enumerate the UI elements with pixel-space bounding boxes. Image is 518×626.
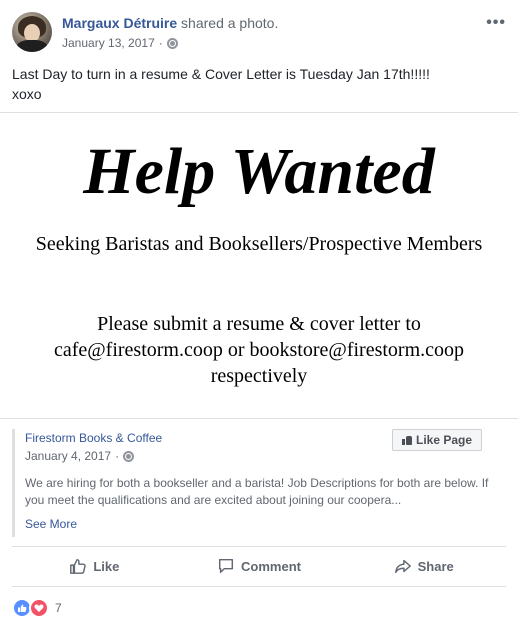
author-name[interactable]: Margaux Détruire [62,15,177,31]
divider [12,546,506,547]
shared-page-inner: Firestorm Books & Coffee January 4, 2017… [12,429,509,537]
shared-page-card: Firestorm Books & Coffee January 4, 2017… [0,418,518,537]
like-thumb-icon [402,435,412,445]
see-more-link[interactable]: See More [25,517,77,531]
reaction-count: 7 [55,601,62,615]
share-arrow-icon [394,559,411,574]
comment-button[interactable]: Comment [177,548,342,584]
comment-label: Comment [241,558,301,574]
shared-page-name[interactable]: Firestorm Books & Coffee [25,431,162,445]
like-page-button[interactable]: Like Page [392,429,483,451]
post-actions: Like Comment Share [12,548,506,584]
post-header: Margaux Détruire shared a photo. [62,14,278,32]
flyer-instructions: Please submit a resume & cover letter to… [53,313,465,387]
share-label: Share [417,558,454,574]
post-action-text: shared a photo. [177,15,279,31]
facebook-post: Margaux Détruire shared a photo. January… [0,0,518,626]
post-meta: January 13, 2017 · [62,36,178,50]
share-button[interactable]: Share [341,548,506,584]
flyer-subtitle: Seeking Baristas and Booksellers/Prospec… [35,233,483,255]
post-caption: Last Day to turn in a resume & Cover Let… [12,64,430,104]
shared-photo[interactable]: Help Wanted Seeking Baristas and Booksel… [0,112,518,419]
like-page-label: Like Page [416,433,473,447]
post-date[interactable]: January 13, 2017 [62,36,155,50]
avatar[interactable] [12,12,52,52]
divider [12,586,506,587]
more-options-icon[interactable]: ••• [486,14,506,32]
caption-line: xoxo [12,86,42,102]
like-label: Like [93,558,120,574]
globe-icon[interactable] [123,450,135,462]
flyer-title: Help Wanted [83,135,435,208]
shared-page-date[interactable]: January 4, 2017 [25,449,111,463]
reactions-summary[interactable]: 7 [12,598,62,618]
caption-line: Last Day to turn in a resume & Cover Let… [12,66,430,82]
globe-icon[interactable] [166,37,178,49]
shared-page-meta: January 4, 2017 · [25,449,135,463]
shared-page-description: We are hiring for both a bookseller and … [25,476,489,507]
comment-bubble-icon [219,558,234,574]
like-button[interactable]: Like [12,548,177,584]
like-thumb-icon [70,558,87,574]
love-heart-icon [29,598,49,618]
